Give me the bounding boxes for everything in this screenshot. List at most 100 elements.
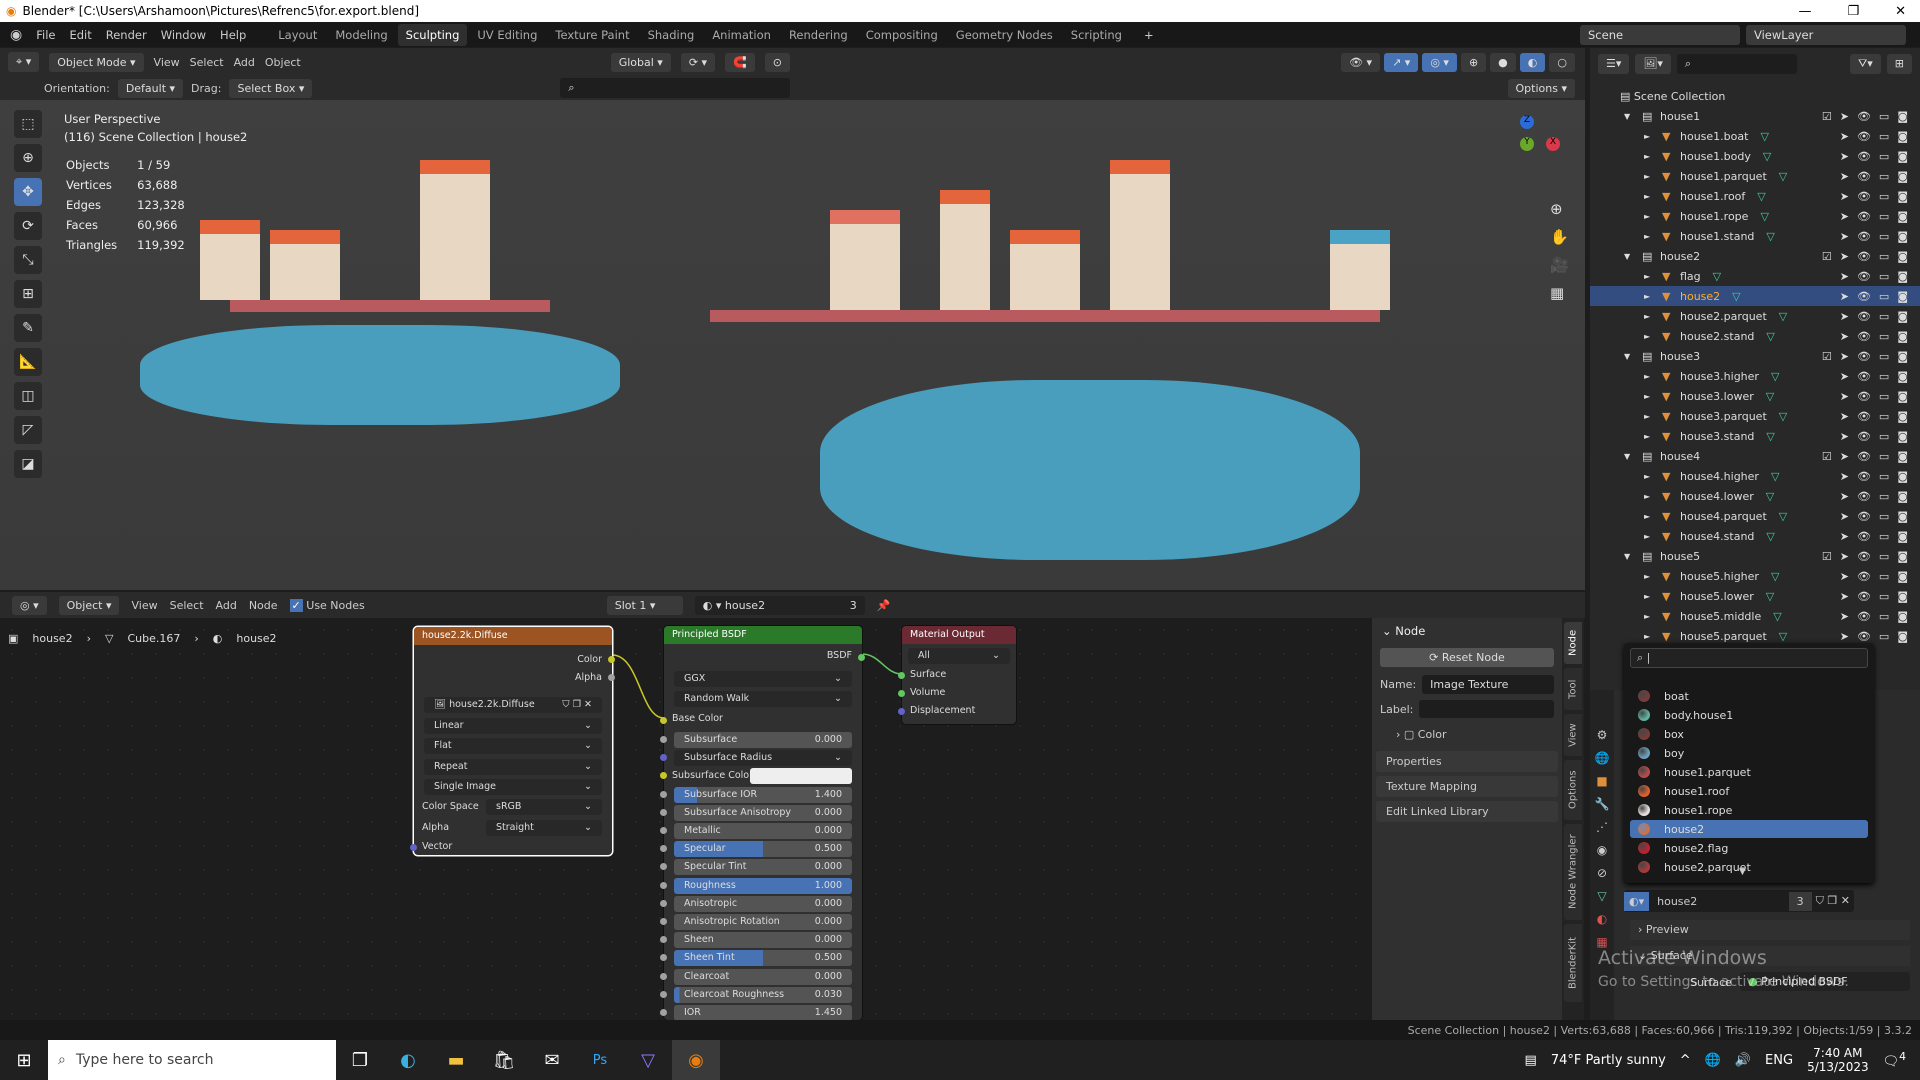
object-row[interactable]: ► ▼ house4.parquet ▽ ➤ 👁 ▭ ◙ — [1590, 506, 1920, 526]
language-indicator[interactable]: ENG — [1765, 1053, 1793, 1068]
object-row[interactable]: ► ▼ house2 ▽ ➤ 👁 ▭ ◙ — [1590, 286, 1920, 306]
field-clearcoat[interactable]: Clearcoat 0.000 — [674, 968, 852, 985]
material-output-node[interactable]: Material Output All ⌄ Surface Volume Disp… — [898, 626, 1016, 724]
view-layer-selector[interactable]: ViewLayer — [1746, 24, 1906, 45]
object-row[interactable]: ► ▼ house4.higher ▽ ➤ 👁 ▭ ◙ — [1590, 466, 1920, 486]
menu-object[interactable]: Object — [265, 56, 301, 69]
options-button[interactable]: Options ▾ — [1507, 78, 1575, 98]
maximize-button[interactable]: ❐ — [1847, 4, 1859, 19]
viewport-disable-icon[interactable]: ▭ — [1879, 130, 1889, 143]
move-icon[interactable]: ✥ — [14, 178, 42, 206]
eye-icon[interactable]: 👁 — [1857, 170, 1871, 183]
section-edit-linked-library[interactable]: Edit Linked Library — [1376, 801, 1558, 822]
field-sheen-tint[interactable]: Sheen Tint 0.500 — [674, 950, 852, 967]
render-camera-icon[interactable]: ◙ — [1897, 230, 1908, 243]
selectable-icon[interactable]: ➤ — [1840, 310, 1849, 323]
input-socket[interactable] — [660, 972, 667, 980]
disclosure-right-icon[interactable]: ► — [1644, 312, 1662, 321]
camera-icon[interactable]: 🎥 — [1550, 256, 1569, 274]
scroll-down-icon[interactable]: ▼ — [1739, 867, 1746, 877]
render-camera-icon[interactable]: ◙ — [1897, 510, 1908, 523]
menu-node[interactable]: Node — [249, 599, 278, 612]
collection-row[interactable]: ▼ ▤ house2 ☑ ➤ 👁 ▭ ◙ — [1590, 246, 1920, 266]
disclosure-right-icon[interactable]: ► — [1644, 412, 1662, 421]
eye-icon[interactable]: 👁 — [1857, 530, 1871, 543]
eye-icon[interactable]: 👁 — [1857, 390, 1871, 403]
eye-icon[interactable]: 👁 — [1857, 130, 1871, 143]
outliner-search[interactable]: ⌕ — [1676, 54, 1797, 74]
disclosure-right-icon[interactable]: ► — [1644, 212, 1662, 221]
edge-icon[interactable]: ◐ — [384, 1040, 432, 1080]
disclosure-right-icon[interactable]: ► — [1644, 192, 1662, 201]
minimize-button[interactable]: — — [1798, 4, 1811, 19]
selectable-icon[interactable]: ➤ — [1840, 530, 1849, 543]
drag-dropdown[interactable]: Select Box ▾ — [229, 78, 313, 98]
measure-icon[interactable]: 📐 — [14, 348, 42, 376]
menu-add[interactable]: Add — [234, 56, 255, 69]
wireframe-shading-button[interactable]: ⊕ — [1460, 52, 1487, 72]
object-row[interactable]: ► ▼ house1.stand ▽ ➤ 👁 ▭ ◙ — [1590, 226, 1920, 246]
shader-type-dropdown[interactable]: Object ▾ — [58, 595, 120, 615]
color-subpanel[interactable]: › ▢ Color — [1396, 728, 1538, 741]
material-item[interactable]: box — [1630, 725, 1868, 743]
object-row[interactable]: ► ▼ house2.parquet ▽ ➤ 👁 ▭ ◙ — [1590, 306, 1920, 326]
network-icon[interactable]: 🌐 — [1705, 1053, 1721, 1068]
preview-panel[interactable]: › Preview — [1630, 920, 1910, 940]
volume-socket[interactable] — [898, 690, 905, 697]
collection-row[interactable]: ▼ ▤ house3 ☑ ➤ 👁 ▭ ◙ — [1590, 346, 1920, 366]
alpha-socket[interactable] — [608, 674, 615, 681]
eye-icon[interactable]: 👁 — [1857, 470, 1871, 483]
eye-icon[interactable]: 👁 — [1857, 490, 1871, 503]
material-slot-selector[interactable]: ◐▾ house2 3 ⛉ ❐ ✕ — [1624, 890, 1854, 912]
selectable-icon[interactable]: ➤ — [1840, 350, 1849, 363]
tab-tool[interactable]: Tool — [1564, 668, 1582, 710]
windows-start-icon[interactable]: ⊞ — [0, 1040, 48, 1080]
eye-icon[interactable]: 👁 — [1857, 210, 1871, 223]
navigation-gizmo[interactable]: Z X Y — [1496, 115, 1566, 190]
disclosure-right-icon[interactable]: ► — [1644, 532, 1662, 541]
pan-hand-icon[interactable]: ✋ — [1550, 228, 1569, 246]
filter-button[interactable]: ⛛▾ — [1850, 54, 1881, 74]
menu-view[interactable]: View — [154, 56, 180, 69]
render-camera-icon[interactable]: ◙ — [1897, 610, 1908, 623]
input-socket[interactable] — [660, 881, 667, 889]
overlay-button[interactable]: ◎ ▾ — [1422, 52, 1457, 72]
material-item[interactable]: boat — [1630, 687, 1868, 705]
weather-icon[interactable]: ▤ — [1525, 1053, 1537, 1068]
object-row[interactable]: ► ▼ house2.stand ▽ ➤ 👁 ▭ ◙ — [1590, 326, 1920, 346]
add-workspace-button[interactable]: + — [1144, 28, 1154, 42]
subsurface-method-dropdown[interactable]: Random Walk ⌄ — [674, 691, 852, 707]
input-socket[interactable] — [660, 808, 667, 816]
extra-tool-icon[interactable]: ◪ — [14, 450, 42, 478]
field-sheen[interactable]: Sheen 0.000 — [674, 932, 852, 949]
field-subsurface-ior[interactable]: Subsurface IOR 1.400 — [674, 786, 852, 803]
add-cube-icon[interactable]: ◫ — [14, 382, 42, 410]
selectable-icon[interactable]: ➤ — [1840, 430, 1849, 443]
menu-file[interactable]: File — [36, 28, 55, 42]
selectable-icon[interactable]: ➤ — [1840, 290, 1849, 303]
cursor-icon[interactable]: ⊕ — [14, 144, 42, 172]
tab-animation[interactable]: Animation — [704, 24, 779, 46]
selectable-icon[interactable]: ➤ — [1840, 510, 1849, 523]
object-row[interactable]: ► ▼ house3.parquet ▽ ➤ 👁 ▭ ◙ — [1590, 406, 1920, 426]
gizmo-button[interactable]: ↗ ▾ — [1384, 52, 1419, 72]
orientation-dropdown[interactable]: Default ▾ — [117, 78, 184, 98]
viewport-disable-icon[interactable]: ▭ — [1879, 150, 1889, 163]
clock[interactable]: 7:40 AM 5/13/2023 — [1807, 1046, 1869, 1074]
field-metallic[interactable]: Metallic 0.000 — [674, 823, 852, 839]
eye-icon[interactable]: 👁 — [1857, 450, 1871, 463]
disclosure-down-icon[interactable]: ▼ — [1624, 452, 1642, 461]
render-camera-icon[interactable]: ◙ — [1897, 410, 1908, 423]
subsurface-color-socket[interactable] — [660, 772, 667, 780]
input-socket[interactable] — [660, 1009, 667, 1016]
disclosure-right-icon[interactable]: ► — [1644, 592, 1662, 601]
object-row[interactable]: ► ▼ house1.rope ▽ ➤ 👁 ▭ ◙ — [1590, 206, 1920, 226]
task-view-icon[interactable]: ❐ — [336, 1040, 384, 1080]
disclosure-down-icon[interactable]: ▼ — [1624, 552, 1642, 561]
filter-view-button[interactable]: 🖼▾ — [1635, 54, 1671, 74]
file-explorer-icon[interactable]: ▬ — [432, 1040, 480, 1080]
field-roughness[interactable]: Roughness 1.000 — [674, 877, 852, 894]
mail-icon[interactable]: ✉ — [528, 1040, 576, 1080]
scene-collection-row[interactable]: ▤ Scene Collection — [1590, 86, 1920, 106]
tab-sculpting[interactable]: Sculpting — [397, 23, 468, 46]
